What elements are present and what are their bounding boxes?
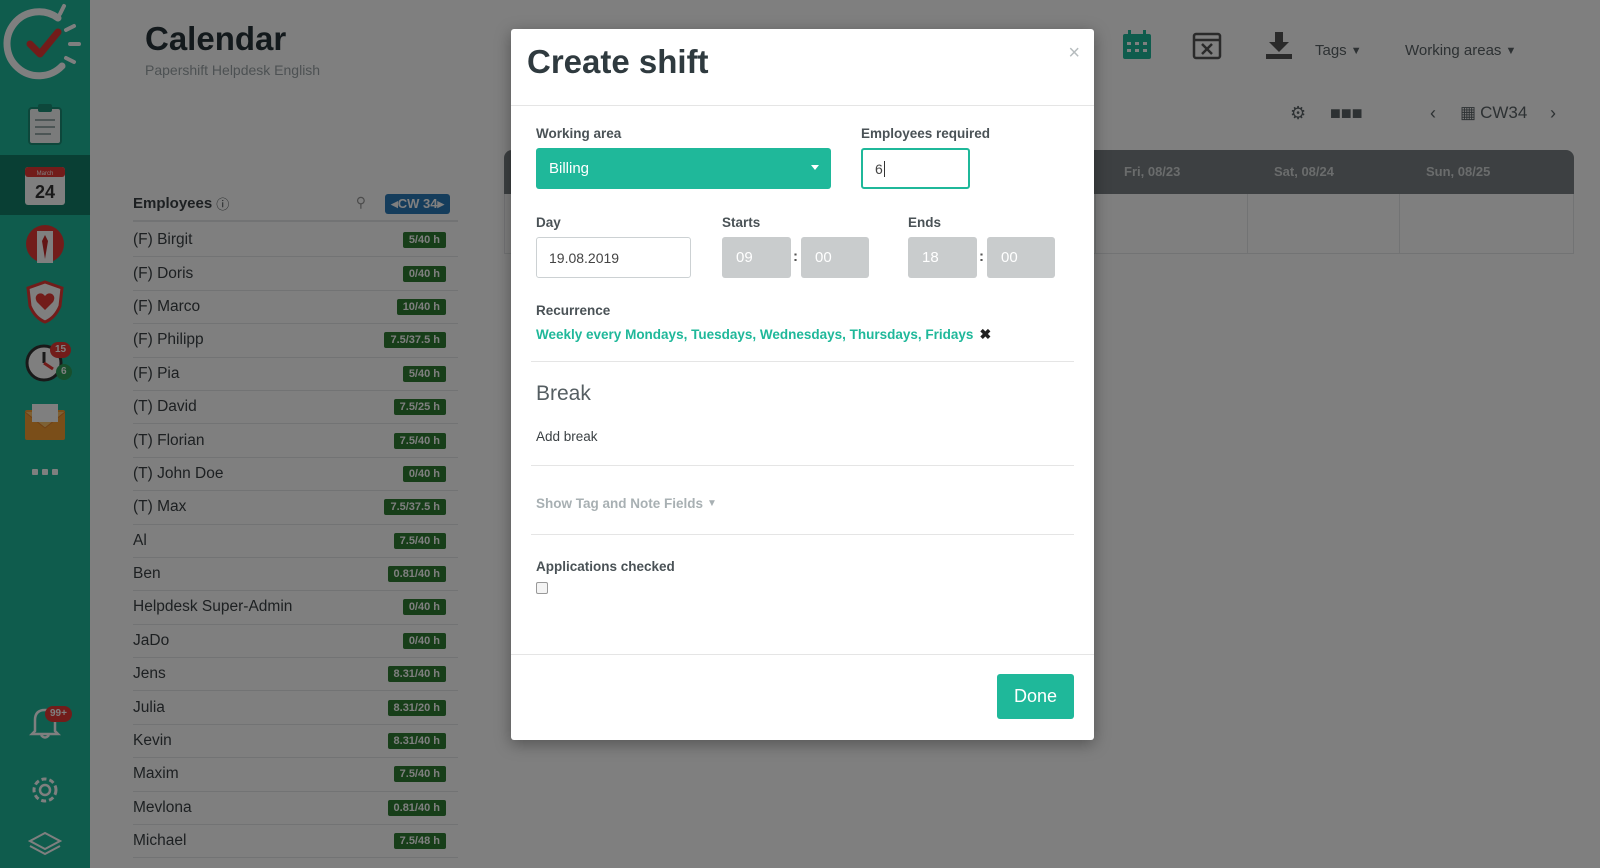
starts-label: Starts [722, 215, 761, 230]
create-shift-modal: Create shift × Working area Billing Empl… [511, 29, 1094, 740]
applications-checked-label: Applications checked [536, 559, 675, 574]
recurrence-label: Recurrence [536, 303, 611, 318]
divider [511, 105, 1094, 106]
divider [531, 534, 1074, 535]
add-break-link[interactable]: Add break [536, 429, 598, 444]
recurrence-link[interactable]: Weekly every Mondays, Tuesdays, Wednesda… [536, 327, 973, 342]
close-icon[interactable]: × [1068, 43, 1080, 63]
day-input[interactable]: 19.08.2019 [536, 237, 691, 278]
time-colon: : [979, 248, 984, 265]
recurrence-row: Weekly every Mondays, Tuesdays, Wednesda… [536, 326, 991, 343]
working-area-value: Billing [549, 160, 590, 177]
working-area-label: Working area [536, 126, 622, 141]
ends-minute-input[interactable]: 00 [987, 237, 1055, 278]
divider [531, 361, 1074, 362]
text-cursor [883, 160, 885, 177]
ends-label: Ends [908, 215, 942, 230]
employees-required-label: Employees required [861, 126, 991, 141]
applications-checked-checkbox[interactable] [536, 582, 548, 594]
done-button[interactable]: Done [997, 674, 1074, 719]
break-heading: Break [536, 382, 591, 405]
modal-title: Create shift [527, 43, 709, 80]
working-area-select[interactable]: Billing [536, 148, 831, 189]
chevron-down-icon: ▼ [707, 498, 717, 509]
caret-down-icon [811, 165, 819, 170]
show-tag-note-fields-toggle[interactable]: Show Tag and Note Fields ▼ [536, 496, 717, 511]
starts-hour-input[interactable]: 09 [722, 237, 791, 278]
day-label: Day [536, 215, 561, 230]
employees-required-input[interactable]: 6 [861, 148, 970, 189]
starts-minute-input[interactable]: 00 [801, 237, 869, 278]
ends-hour-input[interactable]: 18 [908, 237, 977, 278]
divider [531, 465, 1074, 466]
divider [511, 654, 1094, 655]
remove-recurrence-icon[interactable]: ✖ [979, 326, 991, 343]
time-colon: : [793, 248, 798, 265]
